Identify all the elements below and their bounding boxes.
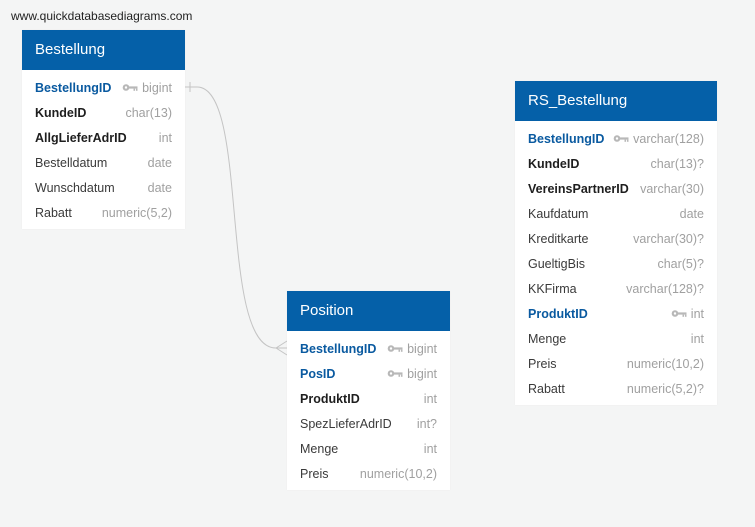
column-row[interactable]: KundeID char(13) [22,100,185,125]
column-row[interactable]: Menge int [287,436,450,461]
column-type: int [158,130,172,145]
column-type: date [147,180,172,195]
column-name: ProduktID [300,391,360,406]
column-name: Kaufdatum [528,206,589,221]
column-type: numeric(10,2) [626,356,704,371]
column-type: int [423,391,437,406]
table-rs-bestellung[interactable]: RS_Bestellung BestellungID varchar(128) Ku… [515,81,717,405]
column-type: int [690,331,704,346]
column-type: numeric(5,2)? [626,381,704,396]
column-name: Preis [300,466,329,481]
column-row[interactable]: VereinsPartnerID varchar(30) [515,176,717,201]
column-name: VereinsPartnerID [528,181,629,196]
key-icon [122,81,138,95]
table-title[interactable]: Position [287,291,450,331]
column-name: PosID [300,366,336,381]
key-icon [387,342,403,356]
column-row[interactable]: PosID bigint [287,361,450,386]
column-type: varchar(128)? [626,281,704,296]
column-type: varchar(128) [633,131,704,146]
column-row[interactable]: Rabatt numeric(5,2) [22,200,185,225]
column-name: BestellungID [300,341,377,356]
table-bestellung[interactable]: Bestellung BestellungID bigint KundeID char… [22,30,185,229]
table-position[interactable]: Position BestellungID bigint PosID bigint Pr… [287,291,450,490]
watermark: www.quickdatabasediagrams.com [11,9,193,23]
column-row[interactable]: AllgLieferAdrID int [22,125,185,150]
column-name: SpezLieferAdrID [300,416,392,431]
column-type: varchar(30) [640,181,704,196]
column-type: int? [416,416,437,431]
column-row[interactable]: Preis numeric(10,2) [515,351,717,376]
column-type: bigint [407,341,437,356]
column-type: char(13)? [650,156,705,171]
table-title[interactable]: RS_Bestellung [515,81,717,121]
column-type: date [679,206,704,221]
column-name: Wunschdatum [35,180,115,195]
column-row[interactable]: BestellungID bigint [22,75,185,100]
column-name: BestellungID [528,131,605,146]
column-name: Menge [300,441,339,456]
column-row[interactable]: Kaufdatum date [515,201,717,226]
column-type: numeric(10,2) [359,466,437,481]
column-name: ProduktID [528,306,588,321]
column-name: BestellungID [35,80,112,95]
column-row[interactable]: Kreditkarte varchar(30)? [515,226,717,251]
column-row[interactable]: KundeID char(13)? [515,151,717,176]
column-row[interactable]: Bestelldatum date [22,150,185,175]
column-row[interactable]: KKFirma varchar(128)? [515,276,717,301]
column-name: GueltigBis [528,256,585,271]
column-name: AllgLieferAdrID [35,130,127,145]
column-name: Kreditkarte [528,231,589,246]
column-name: Rabatt [35,205,72,220]
key-icon [613,132,629,146]
column-type: date [147,155,172,170]
column-name: KKFirma [528,281,577,296]
column-name: Menge [528,331,567,346]
column-row[interactable]: Menge int [515,326,717,351]
column-row[interactable]: ProduktID int [287,386,450,411]
column-name: Rabatt [528,381,565,396]
column-type: numeric(5,2) [101,205,172,220]
column-row[interactable]: Preis numeric(10,2) [287,461,450,486]
column-list: BestellungID bigint PosID bigint ProduktID in… [287,331,450,490]
column-name: Preis [528,356,557,371]
column-row[interactable]: BestellungID bigint [287,336,450,361]
column-type: char(5)? [657,256,704,271]
column-row[interactable]: SpezLieferAdrID int? [287,411,450,436]
column-type: int [423,441,437,456]
column-type: int [690,306,704,321]
column-type: bigint [142,80,172,95]
column-type: bigint [407,366,437,381]
key-icon [671,307,687,321]
column-list: BestellungID varchar(128) KundeID char(13)?… [515,121,717,405]
column-name: KundeID [35,105,87,120]
column-name: Bestelldatum [35,155,108,170]
key-icon [387,367,403,381]
column-row[interactable]: Wunschdatum date [22,175,185,200]
column-type: char(13) [125,105,172,120]
column-row[interactable]: Rabatt numeric(5,2)? [515,376,717,401]
column-name: KundeID [528,156,580,171]
column-row[interactable]: GueltigBis char(5)? [515,251,717,276]
table-title[interactable]: Bestellung [22,30,185,70]
column-type: varchar(30)? [633,231,704,246]
column-list: BestellungID bigint KundeID char(13) AllgLie… [22,70,185,229]
column-row[interactable]: BestellungID varchar(128) [515,126,717,151]
column-row[interactable]: ProduktID int [515,301,717,326]
